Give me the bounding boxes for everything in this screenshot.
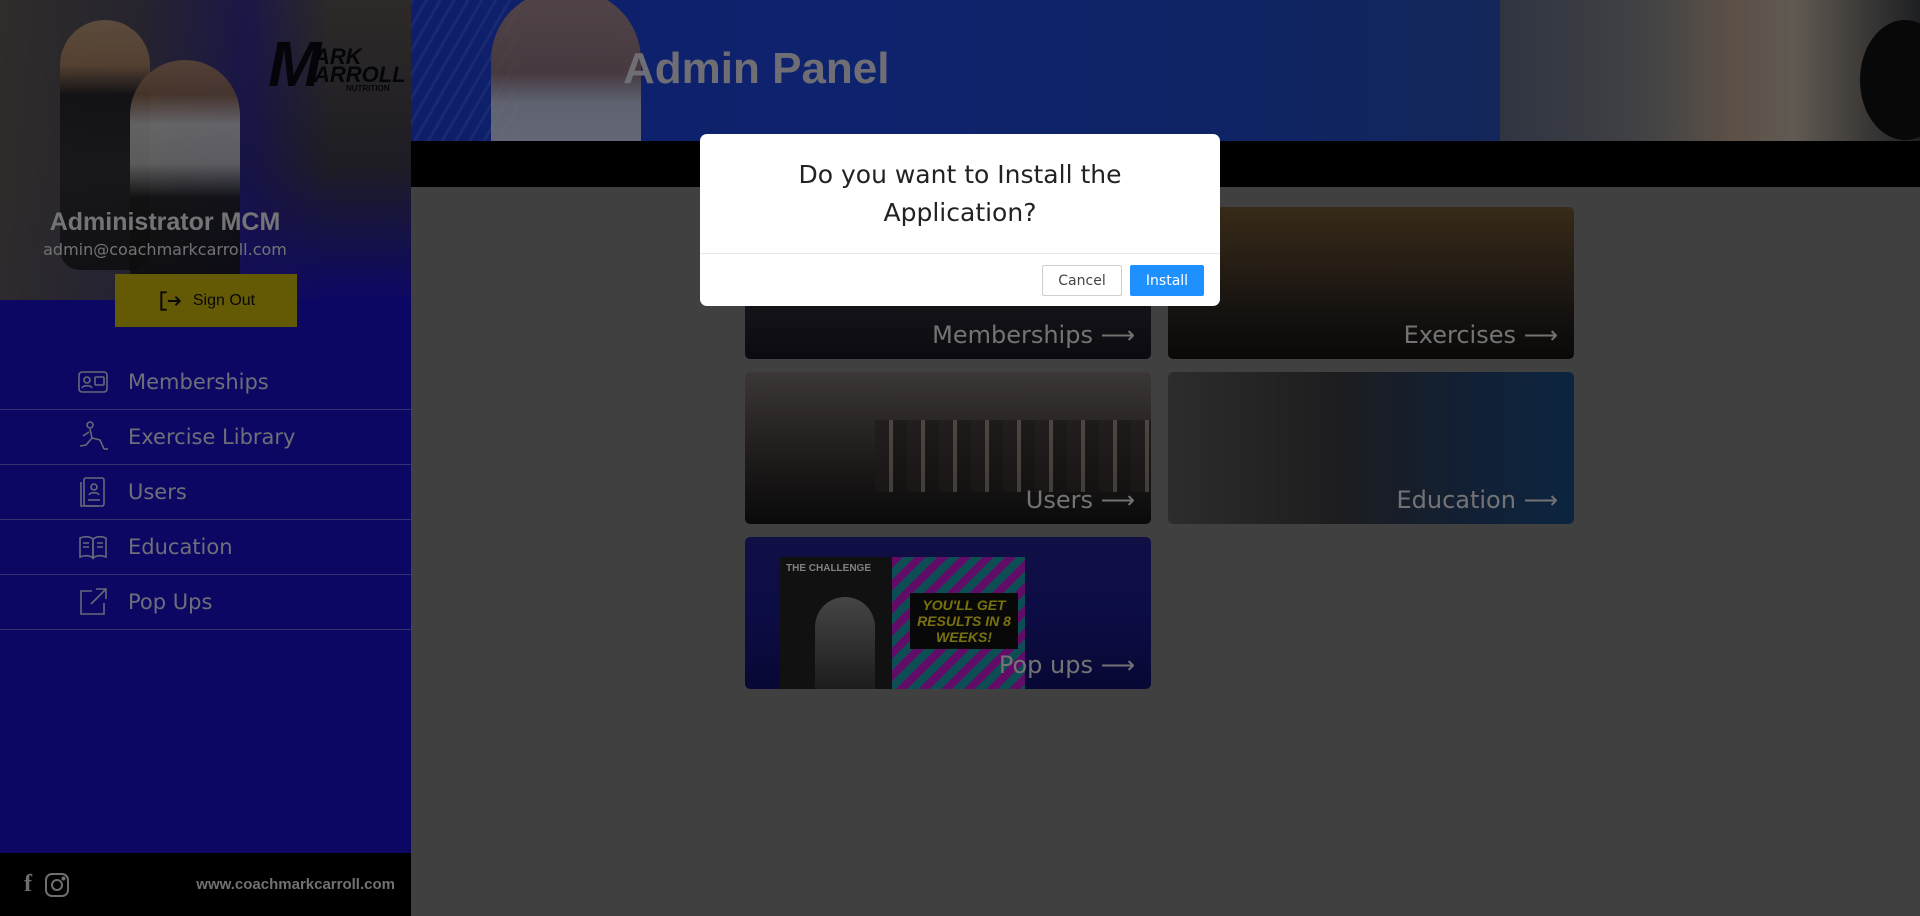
- install-button[interactable]: Install: [1130, 265, 1204, 296]
- cancel-button[interactable]: Cancel: [1042, 265, 1122, 296]
- dialog-divider: [700, 253, 1220, 254]
- dialog-title: Do you want to Install the Application?: [798, 160, 1122, 227]
- install-dialog: Do you want to Install the Application? …: [700, 134, 1220, 306]
